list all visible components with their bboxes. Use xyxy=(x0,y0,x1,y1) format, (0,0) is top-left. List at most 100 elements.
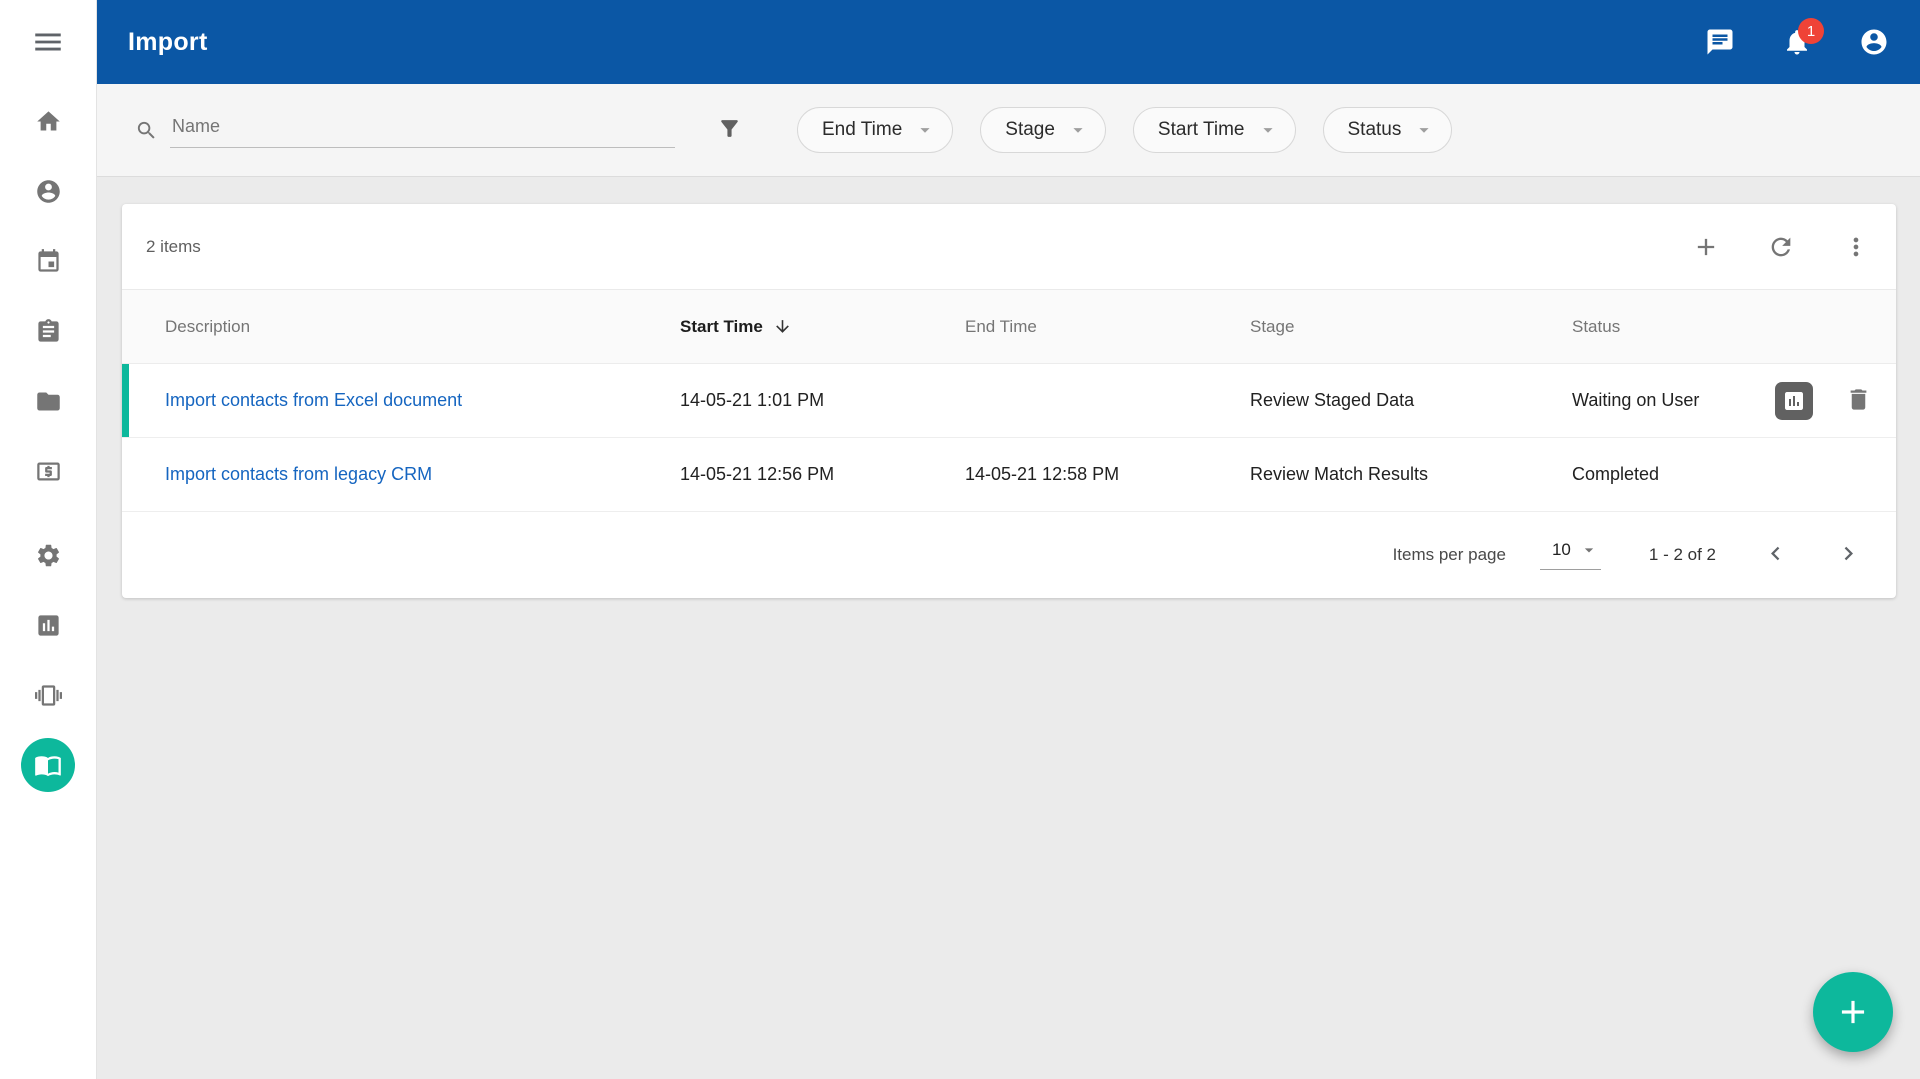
pager-controls xyxy=(1762,540,1862,570)
sidebar-item-import[interactable] xyxy=(0,730,97,800)
chevron-right-icon xyxy=(1835,540,1862,567)
reports-icon xyxy=(35,612,62,639)
import-book-icon xyxy=(34,751,62,779)
chip-label: Status xyxy=(1348,119,1402,141)
column-header-status[interactable]: Status xyxy=(1572,317,1740,337)
search-field xyxy=(135,112,675,148)
chevron-down-icon xyxy=(914,119,936,141)
menu-icon xyxy=(31,25,65,59)
chat-button[interactable] xyxy=(1704,26,1736,58)
chip-label: Stage xyxy=(1005,119,1055,141)
items-per-page-label: Items per page xyxy=(1393,545,1506,565)
sidebar-item-billing[interactable] xyxy=(0,436,97,506)
active-item-circle xyxy=(21,738,75,792)
add-button[interactable] xyxy=(1692,233,1720,261)
sidebar-item-settings[interactable] xyxy=(0,520,97,590)
sidebar-item-calendar[interactable] xyxy=(0,226,97,296)
filter-chip-start-time[interactable]: Start Time xyxy=(1133,107,1296,153)
main-area: Import 1 xyxy=(97,0,1920,1079)
column-header-end-time[interactable]: End Time xyxy=(965,317,1250,337)
row-start-time: 14-05-21 1:01 PM xyxy=(680,390,965,411)
row-description-link[interactable]: Import contacts from Excel document xyxy=(165,390,462,410)
sidebar-item-notifications[interactable] xyxy=(0,660,97,730)
calendar-icon xyxy=(35,248,62,275)
column-header-start-time[interactable]: Start Time xyxy=(680,317,965,337)
assignment-icon xyxy=(35,318,62,345)
search-icon xyxy=(135,119,158,142)
items-count: 2 items xyxy=(146,237,201,257)
delete-icon xyxy=(1845,386,1872,413)
row-delete-button[interactable] xyxy=(1845,386,1872,416)
account-icon xyxy=(35,178,62,205)
account-button[interactable] xyxy=(1858,26,1890,58)
sidebar-item-assignments[interactable] xyxy=(0,296,97,366)
chevron-down-icon xyxy=(1067,119,1089,141)
row-status: Completed xyxy=(1572,464,1740,485)
table-row: Import contacts from Excel document 14-0… xyxy=(122,364,1896,438)
sidebar-item-reports[interactable] xyxy=(0,590,97,660)
sort-desc-icon xyxy=(773,317,792,336)
appbar-actions: 1 xyxy=(1704,26,1890,58)
sidebar-item-home[interactable] xyxy=(0,86,97,156)
chat-icon xyxy=(1705,27,1735,57)
search-input[interactable] xyxy=(170,112,675,148)
row-stage: Review Staged Data xyxy=(1250,390,1572,411)
card-actions xyxy=(1692,233,1870,261)
settings-icon xyxy=(35,542,62,569)
chevron-down-icon xyxy=(1579,540,1599,560)
more-vert-icon xyxy=(1842,233,1870,261)
filter-chip-stage[interactable]: Stage xyxy=(980,107,1106,153)
chip-label: Start Time xyxy=(1158,119,1245,141)
notification-badge: 1 xyxy=(1798,18,1824,44)
sidebar-nav xyxy=(0,86,97,800)
previous-page-button[interactable] xyxy=(1762,540,1789,570)
sidebar xyxy=(0,0,97,1079)
vibration-icon xyxy=(35,682,62,709)
row-end-time: 14-05-21 12:58 PM xyxy=(965,464,1250,485)
filter-toolbar: End Time Stage Start Time Status xyxy=(97,84,1920,177)
card-toolbar: 2 items xyxy=(122,204,1896,290)
content-area: 2 items Descr xyxy=(97,177,1920,1079)
sidebar-item-files[interactable] xyxy=(0,366,97,436)
filter-chip-status[interactable]: Status xyxy=(1323,107,1453,153)
plus-icon xyxy=(1834,993,1872,1031)
app-root: Import 1 xyxy=(0,0,1920,1079)
next-page-button[interactable] xyxy=(1835,540,1862,570)
plus-icon xyxy=(1692,233,1720,261)
chip-label: End Time xyxy=(822,119,902,141)
filter-chip-end-time[interactable]: End Time xyxy=(797,107,953,153)
column-header-description[interactable]: Description xyxy=(165,317,680,337)
column-label: Description xyxy=(165,317,250,337)
chart-icon xyxy=(1782,389,1806,413)
menu-button[interactable] xyxy=(0,0,96,84)
sidebar-item-account[interactable] xyxy=(0,156,97,226)
row-description-link[interactable]: Import contacts from legacy CRM xyxy=(165,464,432,484)
pagination-bar: Items per page 10 1 - 2 of 2 xyxy=(122,512,1896,598)
chevron-left-icon xyxy=(1762,540,1789,567)
row-status: Waiting on User xyxy=(1572,390,1740,411)
money-icon xyxy=(35,458,62,485)
row-start-time: 14-05-21 12:56 PM xyxy=(680,464,965,485)
home-icon xyxy=(35,108,62,135)
page-size-select[interactable]: 10 xyxy=(1540,540,1601,570)
filter-funnel-icon xyxy=(717,116,742,141)
notifications-button[interactable]: 1 xyxy=(1781,26,1813,58)
refresh-button[interactable] xyxy=(1767,233,1795,261)
filter-chips: End Time Stage Start Time Status xyxy=(797,107,1452,153)
add-import-fab[interactable] xyxy=(1813,972,1893,1052)
refresh-icon xyxy=(1767,233,1795,261)
table-row: Import contacts from legacy CRM 14-05-21… xyxy=(122,438,1896,512)
row-actions xyxy=(1740,382,1872,420)
column-label: End Time xyxy=(965,317,1037,337)
more-button[interactable] xyxy=(1842,233,1870,261)
row-chart-button[interactable] xyxy=(1775,382,1813,420)
column-label: Status xyxy=(1572,317,1620,337)
chevron-down-icon xyxy=(1257,119,1279,141)
column-label: Stage xyxy=(1250,317,1294,337)
page-title: Import xyxy=(128,28,208,57)
column-header-stage[interactable]: Stage xyxy=(1250,317,1572,337)
account-circle-icon xyxy=(1859,27,1889,57)
app-header: Import 1 xyxy=(97,0,1920,84)
import-list-card: 2 items Descr xyxy=(122,204,1896,598)
filter-button[interactable] xyxy=(717,116,742,144)
